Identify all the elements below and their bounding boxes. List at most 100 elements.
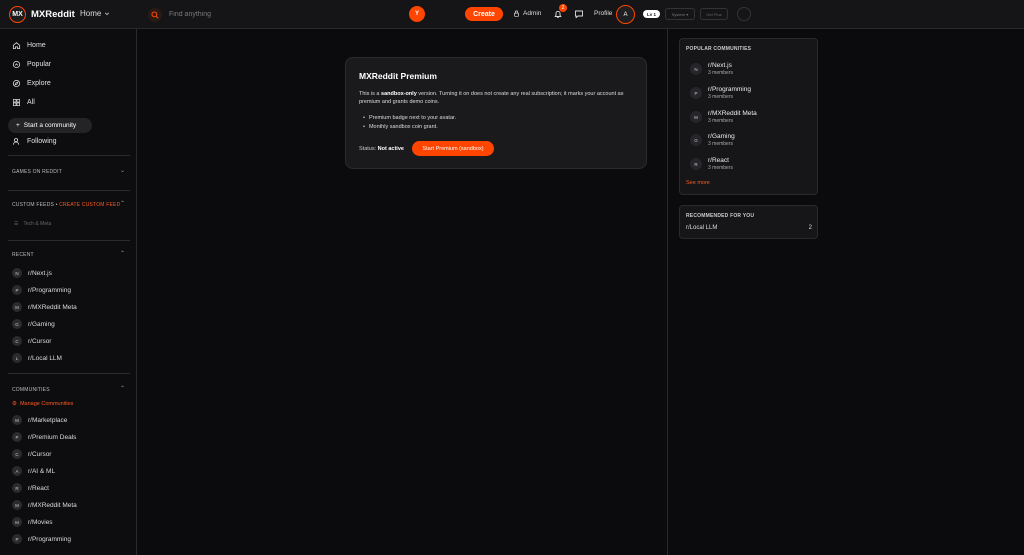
list-item[interactable]: Pr/Premium Deals (12, 432, 76, 442)
all-icon (12, 98, 21, 107)
user-icon (12, 138, 20, 145)
more-button[interactable] (737, 7, 751, 21)
list-item[interactable]: Rr/React (12, 483, 49, 493)
list-item[interactable]: Mr/MXReddit Meta (12, 302, 77, 312)
sidebar-item-following[interactable]: Following (12, 137, 57, 146)
get-plus-button[interactable]: Get Plus (700, 8, 728, 20)
list-item[interactable]: Gr/Gaming 3 members (690, 133, 735, 147)
divider (8, 155, 130, 156)
community-avatar: M (12, 500, 22, 510)
list-item[interactable]: Mr/Marketplace (12, 415, 67, 425)
list-item[interactable]: Gr/Gaming (12, 319, 55, 329)
list-item[interactable]: Mr/MXReddit Meta (12, 500, 77, 510)
panel-title: POPULAR COMMUNITIES (686, 46, 752, 52)
popular-icon (12, 60, 21, 69)
list-item[interactable]: Rr/React 3 members (690, 157, 733, 171)
community-name: r/Cursor (28, 450, 52, 458)
communities-section-header[interactable]: COMMUNITIES (12, 387, 50, 393)
avatar[interactable]: A (616, 5, 635, 24)
community-name: r/React (708, 157, 729, 164)
recent-section-header[interactable]: RECENT (12, 252, 34, 258)
community-name: r/Next.js (708, 62, 732, 69)
sidebar-item-popular[interactable]: Popular (12, 60, 51, 69)
notification-badge: 2 (559, 4, 567, 12)
start-premium-button[interactable]: Start Premium (sandbox) (412, 141, 494, 156)
divider (8, 373, 130, 374)
community-avatar: G (690, 134, 702, 146)
see-more-link[interactable]: See more (686, 180, 710, 186)
list-item[interactable]: r/Local LLM 2 (686, 225, 812, 231)
search-icon (148, 7, 162, 22)
profile-link[interactable]: Profile (594, 10, 612, 17)
chat-icon[interactable] (574, 9, 584, 19)
list-item[interactable]: Pr/Programming (12, 534, 71, 544)
sidebar-item-label: Explore (27, 80, 51, 87)
list-item[interactable]: Ar/AI & ML (12, 466, 55, 476)
sidebar-item-home[interactable]: Home (12, 41, 46, 50)
feed-icon: ☰ (14, 221, 19, 227)
custom-feed-item[interactable]: ☰ Tech & Meta (14, 221, 51, 227)
list-item[interactable]: Nr/Next.js 3 members (690, 62, 733, 76)
recommend-count: 2 (808, 225, 812, 231)
sidebar-item-label: Following (27, 138, 57, 145)
sidebar-item-explore[interactable]: Explore (12, 79, 51, 88)
home-dropdown[interactable]: Home (80, 9, 110, 18)
create-custom-feed-link[interactable]: CREATE CUSTOM FEED (59, 202, 120, 208)
member-count: 3 members (708, 118, 734, 124)
community-avatar: P (12, 285, 22, 295)
community-name: r/Local LLM (686, 225, 718, 231)
create-button[interactable]: Create (465, 7, 503, 21)
list-item[interactable]: Cr/Cursor (12, 336, 51, 346)
community-avatar: A (12, 466, 22, 476)
community-name: r/React (28, 484, 49, 492)
search-shortcut-badge[interactable]: Y (409, 6, 425, 22)
list-item[interactable]: Lr/Local LLM (12, 353, 62, 363)
recommended-panel: RECOMMENDED FOR YOU r/Local LLM 2 (679, 205, 818, 239)
community-name: r/MXReddit Meta (708, 110, 757, 117)
app-name: MXReddit (31, 9, 75, 20)
admin-label: Admin (523, 10, 542, 17)
community-avatar: P (12, 534, 22, 544)
sidebar-item-all[interactable]: All (12, 98, 35, 107)
chevron-up-icon[interactable]: ⌃ (120, 200, 125, 207)
chevron-up-icon[interactable]: ⌃ (120, 250, 125, 257)
manage-communities-link[interactable]: ⚙ Manage Communities (12, 401, 73, 407)
status-label: Status: (359, 146, 377, 152)
divider (8, 240, 130, 241)
search-input[interactable] (169, 11, 369, 18)
list-item[interactable]: Mr/MXReddit Meta 3 members (690, 110, 757, 124)
custom-feeds-label: CUSTOM FEEDS (12, 202, 55, 208)
logo-icon: MX (9, 6, 26, 23)
manage-communities-label: Manage Communities (19, 401, 74, 407)
logo[interactable]: MX MXReddit (9, 6, 75, 23)
admin-link[interactable]: Admin (513, 10, 541, 17)
community-name: r/Programming (28, 535, 71, 543)
member-count: 3 members (708, 165, 734, 171)
start-community-button[interactable]: + Start a community (8, 118, 92, 133)
community-avatar: L (12, 353, 22, 363)
theme-dropdown[interactable]: System ▾ (665, 8, 695, 20)
community-name: r/Local LLM (28, 354, 62, 362)
community-avatar: N (690, 63, 702, 75)
chevron-down-icon (105, 12, 110, 15)
list-item[interactable]: Pr/Programming (12, 285, 71, 295)
list-item[interactable]: Mr/Movies (12, 517, 53, 527)
community-avatar: C (12, 336, 22, 346)
community-avatar: N (12, 268, 22, 278)
list-item[interactable]: Nr/Next.js (12, 268, 52, 278)
list-item[interactable]: Pr/Programming 3 members (690, 86, 751, 100)
premium-title: MXReddit Premium (359, 71, 437, 81)
chevron-down-icon[interactable]: ⌄ (120, 167, 125, 174)
community-avatar: M (12, 302, 22, 312)
games-section-header[interactable]: GAMES ON REDDIT (12, 169, 62, 175)
description-text: This is a (359, 91, 382, 97)
member-count: 3 members (708, 94, 734, 100)
explore-icon (12, 79, 21, 88)
chevron-up-icon[interactable]: ⌃ (120, 385, 125, 392)
community-name: r/MXReddit Meta (28, 303, 77, 311)
custom-feeds-header[interactable]: CUSTOM FEEDS • CREATE CUSTOM FEED (12, 202, 120, 208)
community-avatar: M (690, 111, 702, 123)
community-name: r/Cursor (28, 337, 52, 345)
community-name: r/AI & ML (28, 467, 56, 475)
list-item[interactable]: Cr/Cursor (12, 449, 51, 459)
